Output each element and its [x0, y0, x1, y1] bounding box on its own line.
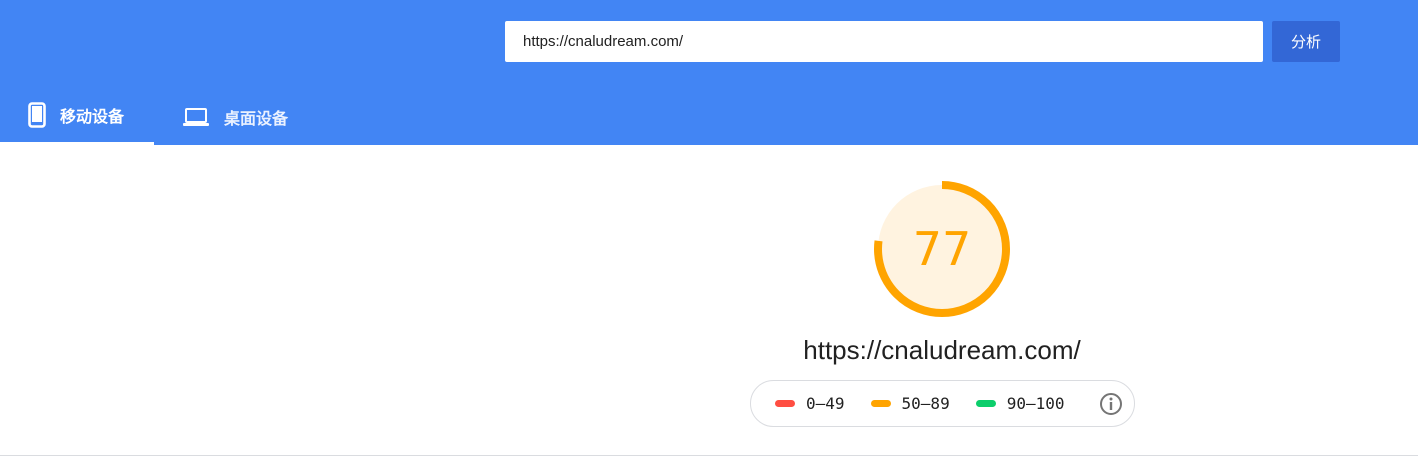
legend-label-pass: 90–100 [1006, 394, 1065, 413]
legend-label-fail: 0–49 [806, 394, 845, 413]
performance-score: 77 [912, 222, 972, 276]
main-content: 77 https://cnaludream.com/ 0–49 50–89 90… [0, 145, 1418, 456]
legend-item-average: 50–89 [870, 394, 950, 413]
tab-desktop[interactable]: 桌面设备 [154, 88, 314, 145]
score-legend: 0–49 50–89 90–100 [750, 380, 1135, 427]
tab-mobile[interactable]: 移动设备 [0, 88, 154, 145]
legend-item-fail: 0–49 [775, 394, 845, 413]
analyze-button[interactable]: 分析 [1272, 21, 1340, 62]
legend-item-pass: 90–100 [975, 394, 1065, 413]
phone-icon [28, 102, 46, 128]
tab-desktop-label: 桌面设备 [224, 108, 289, 128]
legend-swatch-average [870, 400, 891, 407]
legend-swatch-pass [975, 400, 996, 407]
analyzed-url: https://cnaludream.com/ [803, 335, 1081, 365]
legend-label-average: 50–89 [901, 394, 950, 413]
laptop-icon [182, 106, 210, 128]
info-icon[interactable] [1099, 392, 1123, 416]
legend-swatch-fail [775, 400, 795, 407]
tab-mobile-label: 移动设备 [60, 107, 125, 126]
url-input[interactable] [505, 21, 1263, 62]
header-bar: 分析 移动设备 桌面设备 [0, 0, 1418, 145]
